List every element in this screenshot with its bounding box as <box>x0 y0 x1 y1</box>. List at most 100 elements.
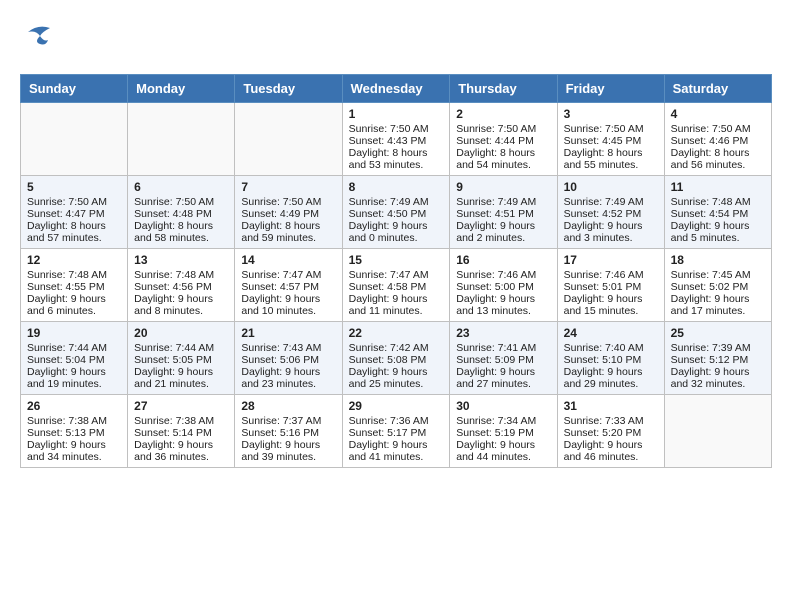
day-number: 21 <box>241 326 335 340</box>
sunset-text: Sunset: 4:47 PM <box>27 208 105 220</box>
calendar-cell: 25 Sunrise: 7:39 AM Sunset: 5:12 PM Dayl… <box>664 322 771 395</box>
day-number: 26 <box>27 399 121 413</box>
daylight-text: Daylight: 9 hours and 15 minutes. <box>564 293 643 317</box>
day-of-week-header: Tuesday <box>235 75 342 103</box>
sunrise-text: Sunrise: 7:46 AM <box>456 269 536 281</box>
day-number: 28 <box>241 399 335 413</box>
day-number: 27 <box>134 399 228 413</box>
calendar-cell: 20 Sunrise: 7:44 AM Sunset: 5:05 PM Dayl… <box>128 322 235 395</box>
day-number: 22 <box>349 326 444 340</box>
daylight-text: Daylight: 8 hours and 58 minutes. <box>134 220 213 244</box>
sunrise-text: Sunrise: 7:39 AM <box>671 342 751 354</box>
daylight-text: Daylight: 9 hours and 13 minutes. <box>456 293 535 317</box>
calendar-cell: 29 Sunrise: 7:36 AM Sunset: 5:17 PM Dayl… <box>342 395 450 468</box>
calendar-cell: 21 Sunrise: 7:43 AM Sunset: 5:06 PM Dayl… <box>235 322 342 395</box>
day-of-week-header: Saturday <box>664 75 771 103</box>
logo-icon <box>20 20 58 58</box>
calendar-cell <box>21 103 128 176</box>
sunset-text: Sunset: 5:08 PM <box>349 354 427 366</box>
day-number: 4 <box>671 107 765 121</box>
daylight-text: Daylight: 9 hours and 34 minutes. <box>27 439 106 463</box>
sunrise-text: Sunrise: 7:49 AM <box>349 196 429 208</box>
calendar-cell: 14 Sunrise: 7:47 AM Sunset: 4:57 PM Dayl… <box>235 249 342 322</box>
daylight-text: Daylight: 9 hours and 10 minutes. <box>241 293 320 317</box>
sunset-text: Sunset: 4:58 PM <box>349 281 427 293</box>
daylight-text: Daylight: 9 hours and 6 minutes. <box>27 293 106 317</box>
calendar-cell: 24 Sunrise: 7:40 AM Sunset: 5:10 PM Dayl… <box>557 322 664 395</box>
day-number: 12 <box>27 253 121 267</box>
sunrise-text: Sunrise: 7:48 AM <box>27 269 107 281</box>
calendar-cell: 23 Sunrise: 7:41 AM Sunset: 5:09 PM Dayl… <box>450 322 557 395</box>
sunset-text: Sunset: 5:06 PM <box>241 354 319 366</box>
sunset-text: Sunset: 5:16 PM <box>241 427 319 439</box>
calendar-cell: 5 Sunrise: 7:50 AM Sunset: 4:47 PM Dayli… <box>21 176 128 249</box>
sunset-text: Sunset: 5:05 PM <box>134 354 212 366</box>
daylight-text: Daylight: 8 hours and 57 minutes. <box>27 220 106 244</box>
sunrise-text: Sunrise: 7:50 AM <box>27 196 107 208</box>
day-number: 13 <box>134 253 228 267</box>
sunrise-text: Sunrise: 7:50 AM <box>456 123 536 135</box>
sunrise-text: Sunrise: 7:44 AM <box>27 342 107 354</box>
sunrise-text: Sunrise: 7:50 AM <box>564 123 644 135</box>
calendar-cell: 12 Sunrise: 7:48 AM Sunset: 4:55 PM Dayl… <box>21 249 128 322</box>
sunrise-text: Sunrise: 7:34 AM <box>456 415 536 427</box>
calendar-week-row: 26 Sunrise: 7:38 AM Sunset: 5:13 PM Dayl… <box>21 395 772 468</box>
sunrise-text: Sunrise: 7:33 AM <box>564 415 644 427</box>
calendar-cell: 15 Sunrise: 7:47 AM Sunset: 4:58 PM Dayl… <box>342 249 450 322</box>
sunrise-text: Sunrise: 7:50 AM <box>134 196 214 208</box>
sunset-text: Sunset: 4:52 PM <box>564 208 642 220</box>
day-number: 20 <box>134 326 228 340</box>
sunset-text: Sunset: 4:54 PM <box>671 208 749 220</box>
logo <box>20 20 62 58</box>
daylight-text: Daylight: 9 hours and 44 minutes. <box>456 439 535 463</box>
sunset-text: Sunset: 4:56 PM <box>134 281 212 293</box>
day-number: 19 <box>27 326 121 340</box>
daylight-text: Daylight: 9 hours and 32 minutes. <box>671 366 750 390</box>
day-number: 7 <box>241 180 335 194</box>
daylight-text: Daylight: 9 hours and 21 minutes. <box>134 366 213 390</box>
calendar-cell: 16 Sunrise: 7:46 AM Sunset: 5:00 PM Dayl… <box>450 249 557 322</box>
sunrise-text: Sunrise: 7:38 AM <box>27 415 107 427</box>
sunrise-text: Sunrise: 7:44 AM <box>134 342 214 354</box>
day-of-week-header: Monday <box>128 75 235 103</box>
sunset-text: Sunset: 5:04 PM <box>27 354 105 366</box>
sunset-text: Sunset: 5:17 PM <box>349 427 427 439</box>
sunset-text: Sunset: 5:13 PM <box>27 427 105 439</box>
day-number: 16 <box>456 253 550 267</box>
daylight-text: Daylight: 9 hours and 3 minutes. <box>564 220 643 244</box>
sunrise-text: Sunrise: 7:49 AM <box>456 196 536 208</box>
sunrise-text: Sunrise: 7:49 AM <box>564 196 644 208</box>
daylight-text: Daylight: 9 hours and 19 minutes. <box>27 366 106 390</box>
daylight-text: Daylight: 9 hours and 0 minutes. <box>349 220 428 244</box>
page-header <box>20 20 772 58</box>
day-number: 10 <box>564 180 658 194</box>
sunrise-text: Sunrise: 7:40 AM <box>564 342 644 354</box>
daylight-text: Daylight: 8 hours and 55 minutes. <box>564 147 643 171</box>
calendar-cell: 17 Sunrise: 7:46 AM Sunset: 5:01 PM Dayl… <box>557 249 664 322</box>
daylight-text: Daylight: 8 hours and 53 minutes. <box>349 147 428 171</box>
sunset-text: Sunset: 4:43 PM <box>349 135 427 147</box>
daylight-text: Daylight: 9 hours and 46 minutes. <box>564 439 643 463</box>
daylight-text: Daylight: 9 hours and 27 minutes. <box>456 366 535 390</box>
day-number: 24 <box>564 326 658 340</box>
daylight-text: Daylight: 8 hours and 54 minutes. <box>456 147 535 171</box>
calendar-cell: 26 Sunrise: 7:38 AM Sunset: 5:13 PM Dayl… <box>21 395 128 468</box>
sunrise-text: Sunrise: 7:37 AM <box>241 415 321 427</box>
sunset-text: Sunset: 4:51 PM <box>456 208 534 220</box>
calendar-cell: 6 Sunrise: 7:50 AM Sunset: 4:48 PM Dayli… <box>128 176 235 249</box>
calendar-cell: 9 Sunrise: 7:49 AM Sunset: 4:51 PM Dayli… <box>450 176 557 249</box>
sunrise-text: Sunrise: 7:43 AM <box>241 342 321 354</box>
day-of-week-header: Wednesday <box>342 75 450 103</box>
day-number: 1 <box>349 107 444 121</box>
sunset-text: Sunset: 4:45 PM <box>564 135 642 147</box>
day-number: 29 <box>349 399 444 413</box>
sunrise-text: Sunrise: 7:47 AM <box>349 269 429 281</box>
calendar-cell: 11 Sunrise: 7:48 AM Sunset: 4:54 PM Dayl… <box>664 176 771 249</box>
day-number: 2 <box>456 107 550 121</box>
sunset-text: Sunset: 4:46 PM <box>671 135 749 147</box>
day-number: 15 <box>349 253 444 267</box>
day-number: 31 <box>564 399 658 413</box>
sunset-text: Sunset: 5:14 PM <box>134 427 212 439</box>
sunrise-text: Sunrise: 7:47 AM <box>241 269 321 281</box>
calendar-header-row: SundayMondayTuesdayWednesdayThursdayFrid… <box>21 75 772 103</box>
